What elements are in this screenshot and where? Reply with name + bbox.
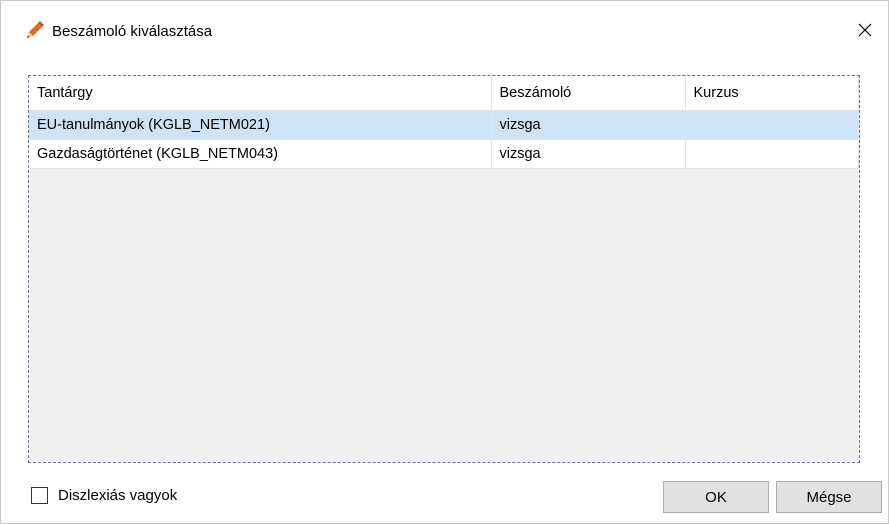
dyslexia-checkbox-label: Diszlexiás vagyok: [58, 487, 178, 504]
dialog-window: Beszámoló kiválasztása Tantárgy Beszámol…: [0, 0, 889, 524]
column-header-course[interactable]: Kurzus: [685, 76, 859, 111]
table-header-row: Tantárgy Beszámoló Kurzus: [29, 76, 859, 111]
dyslexia-checkbox-control[interactable]: Diszlexiás vagyok: [31, 487, 177, 504]
dialog-title: Beszámoló kiválasztása: [52, 23, 213, 40]
table-row[interactable]: EU-tanulmányok (KGLB_NETM021) vizsga: [29, 110, 859, 140]
cell-subject: Gazdaságtörténet (KGLB_NETM043): [29, 139, 492, 169]
cancel-button[interactable]: Mégse: [776, 481, 882, 513]
subject-grid[interactable]: Tantárgy Beszámoló Kurzus EU-tanulmányok…: [28, 75, 860, 463]
table-row[interactable]: Gazdaságtörténet (KGLB_NETM043) vizsga: [29, 139, 859, 169]
pencil-icon: [23, 20, 45, 42]
column-header-assessment[interactable]: Beszámoló: [491, 76, 686, 111]
cell-assessment: vizsga: [491, 139, 686, 169]
cell-assessment: vizsga: [491, 110, 686, 140]
subject-table: Tantárgy Beszámoló Kurzus EU-tanulmányok…: [29, 76, 859, 169]
close-button[interactable]: [842, 15, 888, 45]
column-header-subject[interactable]: Tantárgy: [29, 76, 492, 111]
close-icon: [858, 23, 872, 37]
cell-course: [685, 110, 859, 140]
title-bar: Beszámoló kiválasztása: [1, 1, 888, 45]
cell-subject: EU-tanulmányok (KGLB_NETM021): [29, 110, 492, 140]
dyslexia-checkbox[interactable]: [31, 487, 48, 504]
cell-course: [685, 139, 859, 169]
ok-button[interactable]: OK: [663, 481, 769, 513]
